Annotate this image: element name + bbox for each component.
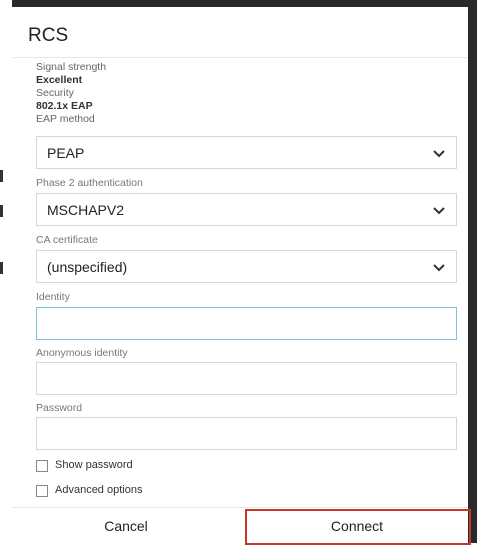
ca-certificate-label: CA certificate xyxy=(36,234,98,246)
checkbox-icon xyxy=(36,460,48,472)
identity-label: Identity xyxy=(36,291,70,303)
signal-strength-value: Excellent xyxy=(36,74,83,86)
connect-highlight-box xyxy=(245,509,471,545)
password-label: Password xyxy=(36,402,83,414)
chevron-down-icon xyxy=(433,150,445,158)
advanced-options-label: Advanced options xyxy=(55,484,143,496)
signal-strength-label: Signal strength xyxy=(36,61,107,73)
ca-certificate-value: (unspecified) xyxy=(47,259,128,275)
eap-method-label: EAP method xyxy=(36,113,95,125)
checkbox-icon xyxy=(36,485,48,497)
cancel-button[interactable]: Cancel xyxy=(12,508,240,543)
window-left-edge xyxy=(0,0,12,543)
eap-method-value: PEAP xyxy=(47,145,85,161)
screen: RCS Signal strength Excellent Security 8… xyxy=(0,0,477,545)
show-password-checkbox[interactable]: Show password xyxy=(36,459,176,476)
phase2-select[interactable]: MSCHAPV2 xyxy=(36,193,457,226)
dialog-title: RCS xyxy=(28,25,69,46)
edge-tick xyxy=(0,205,3,217)
edge-tick xyxy=(0,262,3,274)
title-divider xyxy=(12,57,468,58)
chevron-down-icon xyxy=(433,207,445,215)
window-right-edge xyxy=(468,0,477,543)
ca-certificate-select[interactable]: (unspecified) xyxy=(36,250,457,283)
phase2-label: Phase 2 authentication xyxy=(36,177,143,189)
advanced-options-checkbox[interactable]: Advanced options xyxy=(36,484,176,501)
chevron-down-icon xyxy=(433,264,445,272)
eap-method-select[interactable]: PEAP xyxy=(36,136,457,169)
window-top-edge xyxy=(0,0,477,7)
security-label: Security xyxy=(36,87,74,99)
phase2-value: MSCHAPV2 xyxy=(47,202,125,218)
anonymous-identity-label: Anonymous identity xyxy=(36,347,128,359)
anonymous-identity-input[interactable] xyxy=(36,362,457,395)
wifi-dialog: RCS Signal strength Excellent Security 8… xyxy=(12,7,471,545)
show-password-label: Show password xyxy=(55,459,133,471)
security-value: 802.1x EAP xyxy=(36,100,93,112)
password-input[interactable] xyxy=(36,417,457,450)
identity-input[interactable] xyxy=(36,307,457,340)
edge-tick xyxy=(0,170,3,182)
